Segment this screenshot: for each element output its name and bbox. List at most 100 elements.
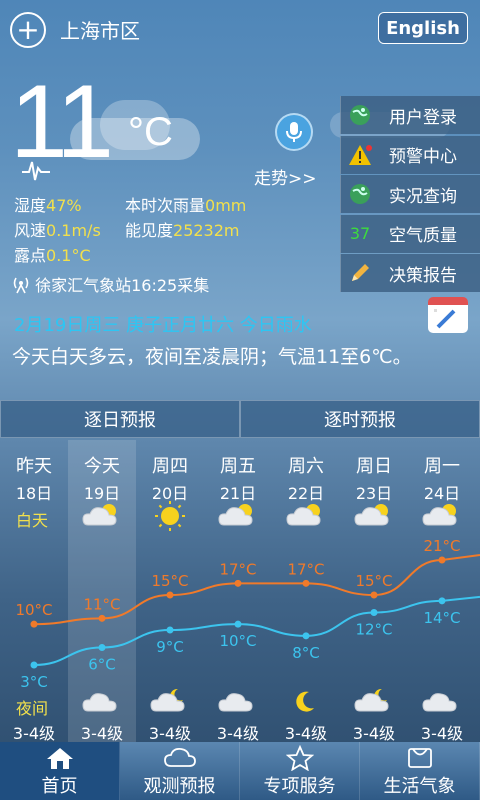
day-date: 24日 xyxy=(423,484,461,503)
menu-user-login[interactable]: 用户登录 xyxy=(340,96,480,134)
forecast-day-column[interactable]: 周六 22日 xyxy=(272,440,340,504)
cloudy-moon-icon xyxy=(354,693,389,712)
low-point xyxy=(438,597,446,605)
menu-warning-center[interactable]: 预警中心 xyxy=(340,135,480,174)
visibility-label: 能见度 xyxy=(125,221,174,240)
low-temp-label: 12°C xyxy=(355,621,392,639)
low-temp-label: 14°C xyxy=(423,609,460,627)
nav-observation[interactable]: 观测预报 xyxy=(120,742,240,800)
wind-level: 3-4级 xyxy=(216,724,260,743)
calendar-icon[interactable] xyxy=(428,297,468,333)
high-point xyxy=(30,620,38,628)
globe-icon xyxy=(341,175,379,213)
nav-label: 观测预报 xyxy=(143,776,216,797)
nav-special-service[interactable]: 专项服务 xyxy=(240,742,360,800)
menu-decision-report[interactable]: 决策报告 xyxy=(340,254,480,292)
cloudy-icon xyxy=(422,693,457,712)
high-temp-label: 15°C xyxy=(355,572,392,590)
day-date: 21日 xyxy=(219,484,257,503)
forecast-day-column[interactable]: 周四 20日 xyxy=(136,440,204,504)
low-point xyxy=(98,644,106,651)
menu-live-query[interactable]: 实况查询 xyxy=(340,175,480,213)
wind-speed: 风速0.1m/s xyxy=(14,217,101,241)
low-point xyxy=(30,661,38,669)
wind-level: 3-4级 xyxy=(420,724,464,743)
side-menu: 用户登录 预警中心 实况查询 37 空气质量 决策报告 xyxy=(340,96,480,294)
microphone-icon xyxy=(286,122,302,142)
day-name: 周六 xyxy=(288,456,324,477)
trend-link[interactable]: 走势>> xyxy=(254,164,317,189)
dew-label: 露点 xyxy=(14,246,47,265)
visibility-value: 25232m xyxy=(173,221,240,240)
sun-ray xyxy=(158,504,163,509)
low-point xyxy=(370,609,378,616)
forecast-day-column[interactable]: 周日 23日 xyxy=(340,440,408,504)
voice-button[interactable] xyxy=(275,113,313,151)
night-weather-icon xyxy=(218,693,253,712)
station-info: 徐家汇气象站16:25采集 xyxy=(12,272,209,296)
moon-icon xyxy=(296,691,314,712)
low-point xyxy=(234,620,242,628)
wind-level: 3-4级 xyxy=(352,724,396,743)
high-point xyxy=(302,579,310,587)
low-temp-label: 9°C xyxy=(156,638,184,656)
high-temp-label: 17°C xyxy=(287,560,324,578)
high-temp-label: 17°C xyxy=(219,560,256,578)
warning-icon xyxy=(341,136,379,174)
high-line-extension xyxy=(441,554,480,561)
high-point xyxy=(234,579,242,587)
forecast-day-column[interactable]: 周五 21日 xyxy=(204,440,272,504)
temperature-unit: °C xyxy=(128,110,173,154)
plus-icon: + xyxy=(16,13,40,46)
day-date: 18日 xyxy=(15,484,53,503)
tab-daily[interactable]: 逐日预报 xyxy=(0,400,240,438)
city-name[interactable]: 上海市区 xyxy=(60,15,140,44)
nav-life-weather[interactable]: 生活气象 xyxy=(360,742,480,800)
wind-level: 3-4级 xyxy=(12,724,56,743)
night-weather-icon xyxy=(296,691,314,712)
forecast-day-column[interactable]: 周一 24日 xyxy=(408,440,476,504)
station-text: 徐家汇气象站16:25采集 xyxy=(35,276,210,295)
sun-ray xyxy=(177,504,182,509)
nav-label: 专项服务 xyxy=(263,776,336,797)
day-date: 20日 xyxy=(151,484,189,503)
day-date: 23日 xyxy=(355,484,393,503)
language-button[interactable]: English xyxy=(378,12,468,44)
wind-level: 3-4级 xyxy=(148,724,192,743)
dew-point: 露点0.1°C xyxy=(14,242,91,266)
day-weather-icon xyxy=(422,504,457,526)
day-name: 周四 xyxy=(152,456,188,477)
pulse-icon xyxy=(22,161,50,181)
nav-home[interactable]: 首页 xyxy=(0,742,120,800)
humidity: 湿度47% xyxy=(14,192,82,216)
low-temp-label: 3°C xyxy=(20,673,48,691)
forecast-day-column[interactable]: 昨天 18日 xyxy=(0,440,68,504)
day-weather-icon xyxy=(155,501,185,531)
night-weather-icon xyxy=(422,693,457,712)
low-temp-label: 8°C xyxy=(292,644,320,662)
menu-label: 用户登录 xyxy=(389,107,457,128)
forecast-day-column[interactable]: 今天 19日 xyxy=(68,440,136,504)
high-point xyxy=(438,556,446,564)
night-weather-icon xyxy=(150,688,185,712)
menu-air-quality[interactable]: 37 空气质量 xyxy=(340,214,480,253)
menu-label: 预警中心 xyxy=(389,147,457,167)
high-temp-label: 10°C xyxy=(15,601,52,619)
day-name: 今天 xyxy=(84,456,120,477)
add-city-button[interactable]: + xyxy=(10,12,46,48)
low-point xyxy=(166,626,174,634)
forecast-description: 今天白天多云，夜间至凌晨阴；气温11至6℃。 xyxy=(12,346,412,368)
tab-hourly[interactable]: 逐时预报 xyxy=(240,400,480,438)
high-temp-label: 21°C xyxy=(423,537,460,555)
cloudy-moon-icon xyxy=(150,693,185,712)
day-name: 昨天 xyxy=(16,456,52,477)
menu-label: 空气质量 xyxy=(389,226,457,246)
cloudy-icon xyxy=(218,693,253,712)
nav-label: 生活气象 xyxy=(383,776,456,797)
nighttime-label: 夜间 xyxy=(16,699,49,718)
aqi-badge: 37 xyxy=(349,224,371,243)
star-icon xyxy=(285,744,314,772)
day-weather-icon xyxy=(82,504,117,526)
date-line: 2月19日周三 庚子正月廿六 今日雨水 xyxy=(14,315,312,336)
rain-label: 本时次雨量 xyxy=(125,196,206,215)
